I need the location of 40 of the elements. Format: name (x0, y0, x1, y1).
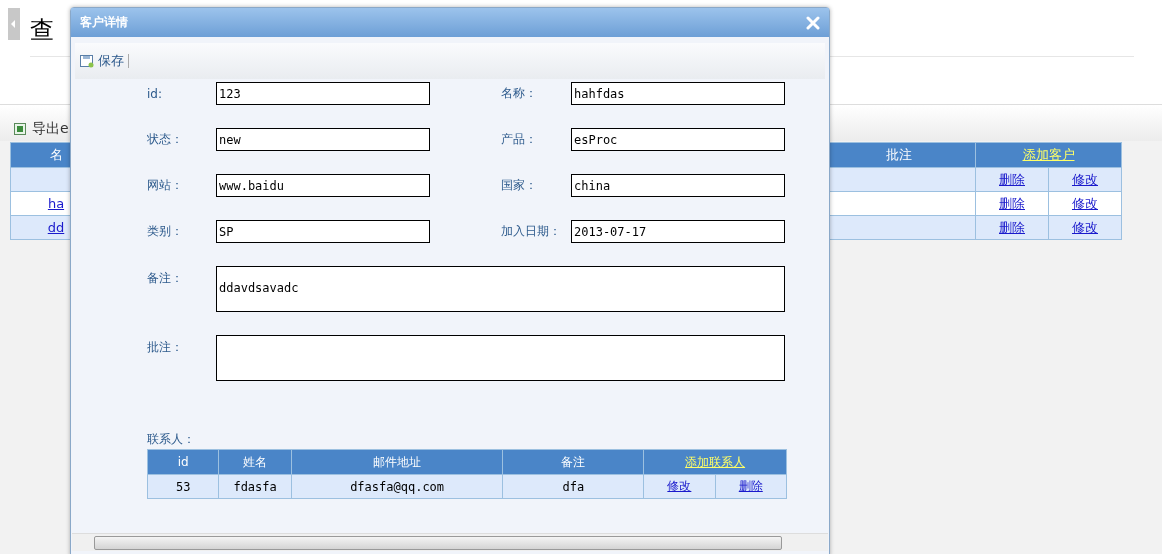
customer-link[interactable]: ha (47, 196, 65, 211)
field-label: 加入日期： (501, 223, 562, 240)
table-cell: dfa (502, 474, 644, 499)
save-button[interactable]: 保存 (80, 52, 124, 70)
dialog-title: 客户详情 (80, 14, 128, 31)
field-label: 网站： (147, 177, 184, 194)
customer-link[interactable]: dd (47, 220, 65, 235)
action-link[interactable]: 删除 (738, 479, 763, 493)
close-icon[interactable] (806, 15, 820, 30)
field-label: 状态： (147, 131, 184, 148)
collapse-handle[interactable] (8, 8, 20, 40)
table-cell: dfasfa@qq.com (291, 474, 503, 499)
export-link[interactable]: 导出e (32, 120, 69, 138)
field-label: 产品： (501, 131, 538, 148)
text-area[interactable] (216, 335, 785, 381)
input-field[interactable]: esProc (571, 128, 785, 151)
spreadsheet-icon (14, 123, 26, 135)
field-label: 国家： (501, 177, 538, 194)
table-cell: 53 (147, 474, 219, 499)
column-header: 备注 (502, 449, 644, 475)
contacts-label: 联系人： (147, 431, 196, 448)
field-label: 备注： (147, 270, 184, 287)
input-field[interactable]: china (571, 174, 785, 197)
input-field[interactable]: 123 (216, 82, 430, 105)
input-field[interactable]: hahfdas (571, 82, 785, 105)
text-area[interactable]: ddavdsavadc (216, 266, 785, 312)
input-field[interactable]: new (216, 128, 430, 151)
input-field[interactable]: 2013-07-17 (571, 220, 785, 243)
input-field[interactable]: SP (216, 220, 430, 243)
field-label: 类别： (147, 223, 184, 240)
field-label: 名称： (501, 85, 538, 102)
field-label: 批注： (147, 339, 184, 356)
page-title: 查 (30, 15, 54, 46)
horizontal-scrollbar[interactable] (72, 533, 828, 551)
input-field[interactable]: www.baidu (216, 174, 430, 197)
field-label: id: (147, 86, 163, 101)
column-header: 姓名 (218, 449, 292, 475)
action-link[interactable]: 修改 (667, 479, 692, 493)
column-header: id (147, 449, 219, 475)
column-header: 邮件地址 (291, 449, 503, 475)
